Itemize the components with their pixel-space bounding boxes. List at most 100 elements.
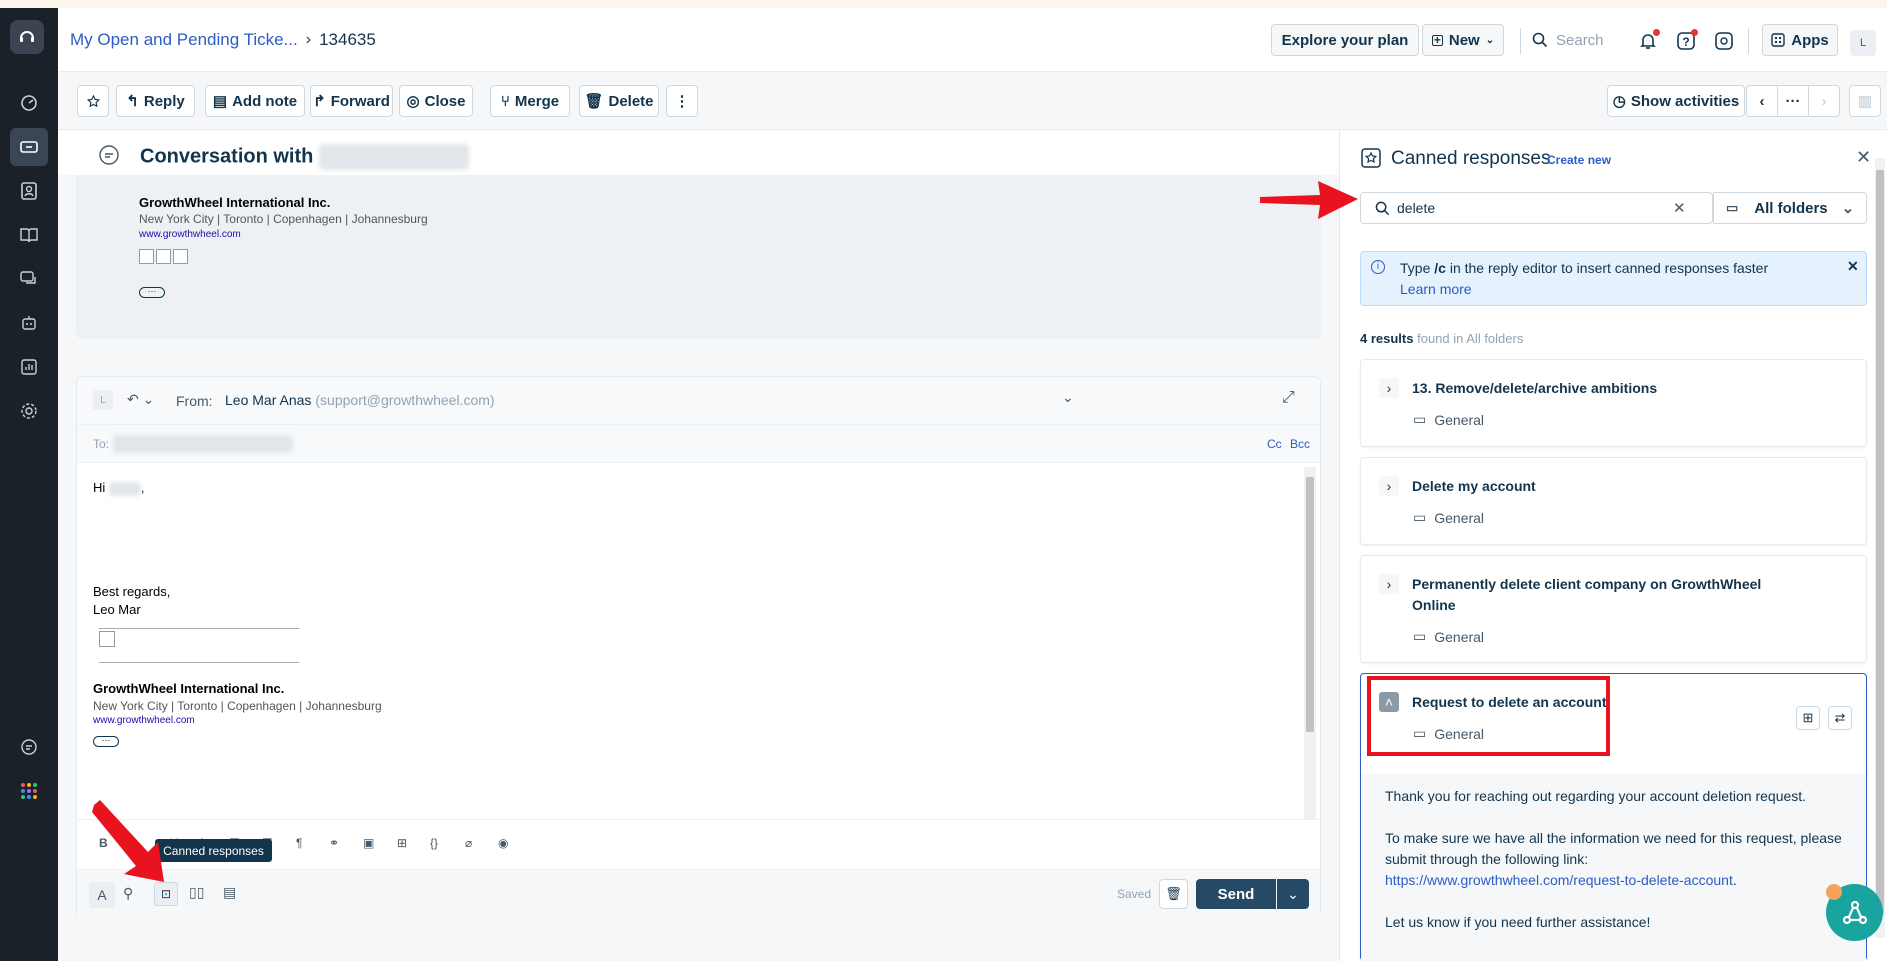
chevron-down-icon[interactable]: ⌄	[1062, 389, 1074, 406]
insert-response-button[interactable]: ⊞	[1796, 706, 1820, 730]
chevron-right-icon[interactable]: ›	[1379, 378, 1399, 398]
reply-expand-quoted-button[interactable]: ···	[93, 736, 119, 747]
replace-response-button[interactable]: ⇄	[1828, 706, 1852, 730]
cc-link[interactable]: Cc	[1267, 437, 1282, 451]
chevron-down-icon: ⌄	[1287, 885, 1299, 902]
item-title: Delete my account	[1412, 478, 1536, 494]
app-logo[interactable]	[10, 20, 44, 54]
prev-ticket-button[interactable]: ‹	[1746, 85, 1778, 117]
sidebar-item-messages[interactable]	[10, 728, 48, 766]
chevron-right-icon[interactable]: ›	[1379, 574, 1399, 594]
sidebar-item-admin[interactable]	[10, 392, 48, 430]
paragraph-icon[interactable]: ¶	[296, 836, 302, 850]
star-button[interactable]	[77, 85, 109, 117]
global-search[interactable]: Search	[1532, 24, 1632, 56]
results-summary: 4 results found in All folders	[1360, 331, 1523, 346]
editor-scroll-thumb[interactable]	[1306, 477, 1314, 732]
close-panel-icon[interactable]: ✕	[1856, 147, 1871, 168]
clear-search-icon[interactable]: ✕	[1673, 199, 1686, 217]
image-icon[interactable]: ▣	[363, 836, 374, 850]
replace-icon: ⇄	[1834, 710, 1846, 725]
send-options-button[interactable]: ⌄	[1277, 879, 1309, 909]
discard-draft-button[interactable]: 🗑	[1159, 879, 1188, 909]
reply-button[interactable]: ↰ Reply	[116, 85, 195, 117]
from-select[interactable]: Leo Mar Anas (support@growthwheel.com)	[225, 392, 495, 408]
editor-scrollbar[interactable]	[1304, 467, 1316, 821]
sidebar-item-tickets[interactable]	[10, 128, 48, 166]
bot-icon	[22, 316, 36, 330]
folder-select[interactable]: ▭ All folders ⌄	[1713, 192, 1867, 224]
ai-icon[interactable]: ◉	[498, 836, 508, 850]
canned-search-input[interactable]: delete ✕	[1360, 192, 1713, 224]
learn-more-link[interactable]: Learn more	[1400, 281, 1472, 297]
reply-label: Reply	[143, 92, 185, 110]
canned-response-item[interactable]: › Delete my account ▭ General	[1360, 457, 1867, 545]
show-activities-button[interactable]: ◷ Show activities	[1607, 85, 1745, 117]
apps-button[interactable]: Apps	[1762, 24, 1838, 56]
sidebar-item-solutions[interactable]	[10, 216, 48, 254]
merge-label: Merge	[514, 92, 560, 110]
link-icon[interactable]: ⚭	[329, 836, 339, 850]
delete-button[interactable]: 🗑 Delete	[579, 85, 659, 117]
explore-plan-button[interactable]: Explore your plan	[1271, 24, 1419, 56]
clear-format-icon[interactable]: ⌀	[465, 836, 472, 850]
panel-scroll-thumb[interactable]	[1876, 170, 1884, 915]
canned-responses-icon[interactable]: ⊡	[154, 882, 178, 906]
sidebar-item-bots[interactable]	[10, 304, 48, 342]
sidebar-item-dashboard[interactable]	[10, 84, 48, 122]
sidebar-item-contacts[interactable]	[10, 172, 48, 210]
broken-image-icon	[99, 631, 115, 647]
dismiss-tip-icon[interactable]: ✕	[1847, 258, 1859, 275]
font-format-icon[interactable]: A	[89, 882, 115, 908]
reply-sig-url[interactable]: www.growthwheel.com	[93, 715, 195, 726]
tip-text: Type /c in the reply editor to insert ca…	[1400, 260, 1768, 276]
item-title: Permanently delete client company on Gro…	[1412, 576, 1762, 592]
template-icon[interactable]: ▤	[223, 884, 236, 901]
item-folder: ▭ General	[1413, 509, 1484, 526]
freddy-button[interactable]	[1709, 26, 1739, 56]
next-ticket-button[interactable]: ›	[1808, 85, 1840, 117]
sidebar-item-analytics[interactable]	[10, 348, 48, 386]
send-button[interactable]: Send	[1196, 879, 1276, 909]
toggle-sidebar-button[interactable]: ▥	[1849, 85, 1881, 117]
canned-response-item[interactable]: › Permanently delete client company on G…	[1360, 555, 1867, 663]
notifications-button[interactable]	[1633, 26, 1663, 56]
nav-more-label: ···	[1785, 92, 1801, 110]
new-button[interactable]: + New ⌄	[1422, 24, 1504, 56]
forward-button[interactable]: ↱ Forward	[310, 85, 393, 117]
sidebar-item-app-switcher[interactable]	[10, 772, 48, 810]
more-actions-button[interactable]: ⋮	[666, 85, 698, 117]
reply-type-dropdown[interactable]: ↶ ⌄	[127, 391, 154, 408]
breadcrumb-parent-link[interactable]: My Open and Pending Ticke...	[70, 30, 298, 50]
preview-line-3: submit through the following link:	[1385, 851, 1589, 867]
help-button[interactable]: ?	[1671, 26, 1701, 56]
redacted-recipient	[113, 435, 293, 453]
forward-icon: ↱	[313, 93, 326, 110]
solutions-icon[interactable]: ▯▯	[189, 884, 204, 901]
search-icon	[1375, 201, 1390, 216]
close-ticket-button[interactable]: ◎ Close	[399, 85, 473, 117]
user-avatar[interactable]: L	[1850, 30, 1876, 56]
signature-image-placeholder	[99, 628, 299, 663]
bcc-link[interactable]: Bcc	[1290, 437, 1310, 451]
expand-quoted-button[interactable]: ···	[139, 287, 165, 298]
table-icon[interactable]: ⊞	[397, 836, 407, 850]
sidebar-item-forums[interactable]	[10, 260, 48, 298]
panel-scrollbar[interactable]	[1875, 158, 1885, 938]
reply-body[interactable]: Hi , Best regards, Leo Mar GrowthWheel I…	[77, 463, 1307, 819]
assistant-fab[interactable]	[1826, 884, 1883, 941]
expand-icon[interactable]: ⤢	[1282, 389, 1295, 407]
ticket-nav-more-button[interactable]: ···	[1777, 85, 1809, 117]
add-note-button[interactable]: ▤ Add note	[205, 85, 305, 117]
item-folder-name: General	[1434, 509, 1485, 526]
sig-company: GrowthWheel International Inc.	[139, 195, 331, 210]
merge-button[interactable]: ⑂ Merge	[490, 85, 570, 117]
canned-response-item[interactable]: › 13. Remove/delete/archive ambitions ▭ G…	[1360, 359, 1867, 447]
attachment-icon[interactable]: ⚲	[123, 885, 133, 902]
sig-url[interactable]: www.growthwheel.com	[139, 229, 241, 240]
chevron-right-icon[interactable]: ›	[1379, 476, 1399, 496]
code-icon[interactable]: {}	[430, 836, 438, 850]
preview-link[interactable]: https://www.growthwheel.com/request-to-d…	[1385, 872, 1733, 888]
create-new-link[interactable]: Create new	[1547, 153, 1611, 167]
sig-social-images	[139, 249, 188, 264]
